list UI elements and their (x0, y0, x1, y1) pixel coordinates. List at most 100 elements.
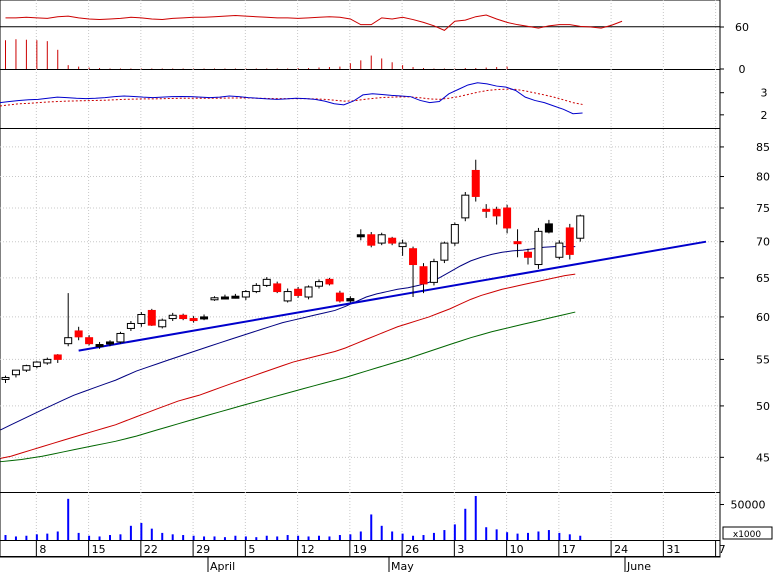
candle-body (482, 208, 491, 212)
candle-body (283, 291, 292, 302)
candle-body (346, 298, 355, 302)
candle (544, 219, 553, 234)
candle-body (429, 261, 438, 283)
macd-signal-line (0, 88, 583, 107)
candle-body (200, 316, 209, 320)
candle-body (565, 227, 574, 255)
price-series (0, 159, 707, 463)
candle-body (147, 309, 156, 326)
day-label: 5 (248, 543, 255, 556)
ma-long-line (0, 311, 576, 463)
candle-body (325, 278, 334, 285)
candle (11, 369, 20, 378)
candle-body (179, 314, 188, 320)
candle-body (315, 281, 323, 287)
macd-panel (0, 69, 721, 129)
macd-line (0, 82, 583, 115)
price-ytick-label: 75 (756, 202, 770, 215)
candle-body (367, 234, 376, 246)
candle-body (241, 291, 250, 298)
candle (147, 308, 156, 326)
candle-body (189, 318, 198, 322)
candle (294, 286, 303, 298)
candle-body (388, 237, 397, 244)
candle (283, 288, 292, 303)
candle-body (64, 337, 73, 345)
candle (158, 318, 167, 329)
price-ytick-label: 80 (756, 171, 770, 184)
candle (64, 293, 73, 347)
candle-body (356, 234, 365, 238)
candle (325, 277, 334, 286)
day-label: 26 (405, 543, 419, 556)
day-label: 3 (457, 543, 464, 556)
candle-body (555, 242, 564, 258)
month-label: April (210, 560, 235, 572)
rsi-line (5, 14, 623, 31)
candle (74, 326, 83, 341)
candle-body (231, 295, 240, 299)
candle-body (544, 223, 553, 233)
candle (231, 293, 240, 299)
candle (471, 159, 480, 202)
rsi-indicator (0, 14, 720, 69)
candle-body (409, 248, 418, 266)
candle (503, 204, 512, 234)
candle (1, 375, 10, 384)
candle-body (106, 341, 114, 345)
candle-body (513, 241, 522, 245)
price-ytick-label: 70 (756, 236, 770, 249)
candle (304, 285, 313, 300)
candle-body (492, 208, 501, 217)
day-label: 7 (719, 543, 726, 556)
candle (200, 314, 209, 321)
candle-body (294, 288, 303, 296)
candle-body (95, 344, 104, 348)
candle-body (461, 194, 470, 219)
day-label: 8 (39, 543, 46, 556)
day-label: 19 (353, 543, 367, 556)
candle (168, 312, 177, 322)
candle (85, 335, 94, 346)
candle (179, 313, 188, 321)
candle-body (419, 266, 428, 285)
candle (241, 290, 250, 301)
stock-chart: 8 15 22 29 5 12 19 26 3 10 17 24 31 7 April May June 60 0 3… (0, 0, 773, 573)
candle-body (524, 251, 532, 258)
candle (377, 232, 386, 246)
candle-body (158, 319, 167, 328)
candle-body (377, 234, 386, 244)
volume-ytick-label: 50000 (731, 499, 766, 512)
candle (534, 227, 543, 269)
candle (315, 279, 323, 289)
volume-unit-label: x1000 (733, 530, 762, 540)
gridlines (0, 0, 720, 540)
candle (220, 294, 229, 300)
candle (482, 204, 491, 218)
candle (32, 361, 41, 369)
candle (346, 296, 355, 303)
candle (137, 312, 146, 327)
rsi-ytick-label: 0 (739, 63, 746, 76)
candle (22, 364, 31, 372)
candle (419, 263, 428, 294)
candle (409, 246, 418, 297)
volume-series (4, 496, 582, 540)
candle-body (262, 278, 271, 286)
day-label: 17 (562, 543, 576, 556)
candle-body (273, 283, 282, 293)
candle (492, 206, 501, 225)
candle (53, 354, 62, 363)
candle-body (398, 242, 407, 248)
candle-body (304, 286, 313, 298)
day-label: 22 (144, 543, 158, 556)
candle (116, 331, 125, 344)
candle (461, 192, 470, 222)
candle-body (220, 296, 229, 300)
candle (252, 283, 261, 294)
price-ytick-label: 45 (756, 451, 770, 464)
rsi-ytick-label: 60 (735, 21, 749, 34)
candle (555, 240, 564, 260)
plot-frame (0, 0, 721, 558)
candle-body (471, 169, 480, 197)
